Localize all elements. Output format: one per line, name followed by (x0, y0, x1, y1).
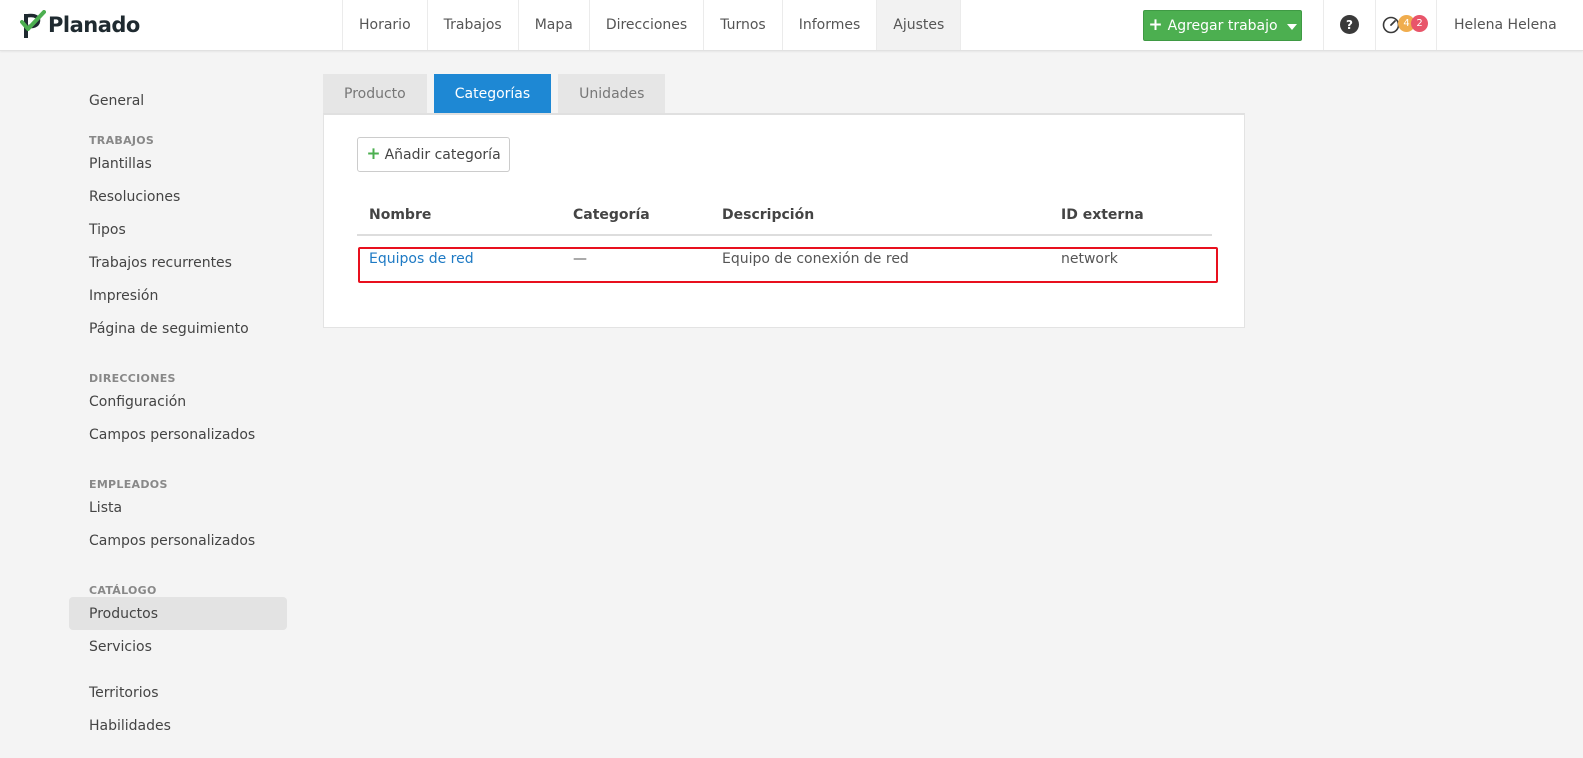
add-category-button[interactable]: + Añadir categoría (357, 137, 510, 172)
categories-table: Nombre Categoría Descripción ID externa … (357, 201, 1212, 282)
nav-trabajos[interactable]: Trabajos (426, 0, 518, 50)
sidebar-item-habilidades[interactable]: Habilidades (69, 709, 287, 742)
nav-mapa[interactable]: Mapa (517, 0, 589, 50)
nav-ajustes[interactable]: Ajustes (876, 0, 962, 50)
categories-panel: + Añadir categoría Nombre Categoría Desc… (323, 113, 1245, 328)
planado-logo-icon (20, 10, 46, 38)
help-icon[interactable]: ? (1340, 15, 1359, 34)
table-row[interactable]: Equipos de red — Equipo de conexión de r… (357, 236, 1212, 282)
sidebar-item-campos-direcciones[interactable]: Campos personalizados (69, 418, 287, 451)
sidebar-item-impresion[interactable]: Impresión (69, 279, 287, 312)
category-parent: — (573, 251, 587, 267)
tab-unidades[interactable]: Unidades (558, 74, 666, 114)
table-header: Nombre Categoría Descripción ID externa (357, 201, 1212, 236)
sidebar-item-servicios[interactable]: Servicios (69, 630, 287, 663)
caret-down-icon (1286, 24, 1297, 30)
sidebar-item-productos[interactable]: Productos (69, 597, 287, 630)
nav-horario[interactable]: Horario (342, 0, 427, 50)
category-description: Equipo de conexión de red (722, 251, 909, 267)
plus-icon: + (1148, 14, 1163, 35)
nav-divider (1436, 0, 1437, 50)
add-category-label: Añadir categoría (384, 146, 501, 163)
sidebar-section-direcciones: DIRECCIONES (89, 372, 176, 385)
sidebar-item-general[interactable]: General (69, 84, 287, 117)
settings-sidebar: General TRABAJOS Plantillas Resoluciones… (69, 84, 287, 742)
nav-turnos[interactable]: Turnos (703, 0, 782, 50)
column-header-descripcion[interactable]: Descripción (722, 201, 814, 234)
category-external-id: network (1061, 251, 1118, 267)
top-navbar: Planado Horario Trabajos Mapa Direccione… (0, 0, 1583, 51)
sidebar-item-resoluciones[interactable]: Resoluciones (69, 180, 287, 213)
sidebar-item-tipos[interactable]: Tipos (69, 213, 287, 246)
sidebar-item-campos-empleados[interactable]: Campos personalizados (69, 524, 287, 557)
sidebar-item-configuracion[interactable]: Configuración (69, 385, 287, 418)
sidebar-item-pagina-seguimiento[interactable]: Página de seguimiento (69, 312, 287, 345)
planado-logo[interactable]: Planado (20, 10, 140, 40)
nav-informes[interactable]: Informes (781, 0, 877, 50)
tab-categorias[interactable]: Categorías (433, 74, 552, 114)
sidebar-section-trabajos: TRABAJOS (89, 134, 155, 147)
notification-badge-red[interactable]: 2 (1411, 15, 1428, 32)
add-job-button[interactable]: + Agregar trabajo (1143, 10, 1302, 41)
sidebar-section-empleados: EMPLEADOS (89, 478, 168, 491)
nav-direcciones[interactable]: Direcciones (588, 0, 703, 50)
sidebar-section-catalogo: CATÁLOGO (89, 584, 157, 597)
add-job-label: Agregar trabajo (1167, 17, 1278, 34)
logo-text: Planado (48, 13, 140, 37)
sidebar-item-plantillas[interactable]: Plantillas (69, 147, 287, 180)
nav-divider (1323, 0, 1324, 50)
catalog-tabs: Producto Categorías Unidades (323, 74, 666, 114)
sidebar-item-trabajos-recurrentes[interactable]: Trabajos recurrentes (69, 246, 287, 279)
sidebar-item-lista[interactable]: Lista (69, 491, 287, 524)
column-header-nombre[interactable]: Nombre (369, 201, 431, 234)
plus-icon: + (366, 143, 381, 164)
category-name-link[interactable]: Equipos de red (369, 236, 474, 282)
sidebar-item-territorios[interactable]: Territorios (69, 676, 287, 709)
nav-divider (1375, 0, 1376, 50)
main-nav: Horario Trabajos Mapa Direcciones Turnos… (342, 0, 962, 50)
tab-producto[interactable]: Producto (323, 74, 427, 114)
column-header-categoria[interactable]: Categoría (573, 201, 650, 234)
column-header-id-externa[interactable]: ID externa (1061, 201, 1144, 234)
user-menu[interactable]: Helena Helena (1454, 0, 1557, 50)
